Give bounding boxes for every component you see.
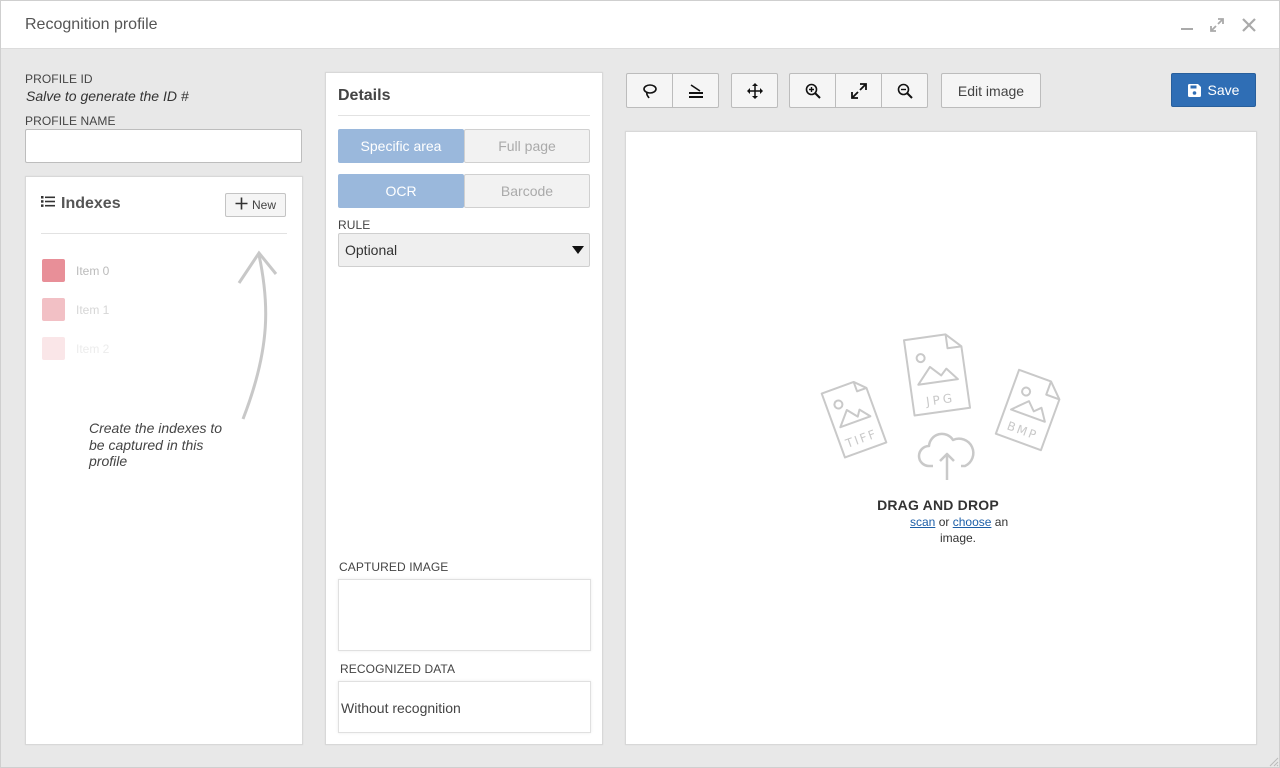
item-label: Item 1: [76, 302, 110, 317]
or-text: or: [938, 515, 950, 529]
list-item: Item 2: [42, 337, 109, 360]
indexes-divider: [41, 233, 287, 234]
jpg-label: JPG: [924, 391, 956, 409]
list-icon: [41, 195, 55, 213]
lasso-button[interactable]: [626, 73, 673, 108]
image-text: image.: [940, 531, 977, 545]
recognition-profile-window: Recognition profile PROFILE ID Salve to …: [0, 0, 1280, 768]
new-index-button[interactable]: New: [225, 193, 286, 217]
details-divider: [338, 115, 590, 116]
rule-select[interactable]: Optional: [338, 233, 590, 267]
zoom-out-icon: [897, 83, 913, 99]
choose-link[interactable]: choose: [953, 515, 992, 529]
move-button[interactable]: [731, 73, 778, 108]
indexes-header: Indexes: [41, 195, 121, 213]
item-color-swatch: [42, 259, 65, 282]
scan-button[interactable]: [672, 73, 719, 108]
recognized-data-value: Without recognition: [341, 700, 461, 716]
captured-image-label: CAPTURED IMAGE: [339, 560, 449, 574]
full-page-toggle[interactable]: Full page: [464, 129, 590, 163]
close-icon[interactable]: [1239, 15, 1259, 35]
rule-select-value: Optional: [345, 242, 398, 258]
list-item: Item 0: [42, 259, 109, 282]
lasso-icon: [642, 83, 657, 98]
move-tool-group: [731, 73, 778, 108]
barcode-toggle[interactable]: Barcode: [464, 174, 590, 208]
an-text: an: [994, 515, 1009, 529]
scan-link[interactable]: scan: [910, 515, 935, 529]
item-color-swatch: [42, 298, 65, 321]
save-button-label: Save: [1207, 82, 1240, 98]
zoom-in-icon: [805, 83, 821, 99]
fit-button[interactable]: [835, 73, 882, 108]
drag-and-drop-title: DRAG AND DROP: [877, 497, 999, 513]
floppy-icon: [1187, 83, 1201, 97]
zoom-tools-group: [789, 73, 928, 108]
new-button-label: New: [251, 198, 276, 212]
ocr-toggle[interactable]: OCR: [338, 174, 464, 208]
drop-instructions: scan or choose an: [910, 515, 1008, 529]
specific-area-toggle[interactable]: Specific area: [338, 129, 464, 163]
recognized-data-box: Without recognition: [338, 681, 591, 733]
indexes-title: Indexes: [61, 195, 121, 212]
arrow-icon: [237, 250, 278, 420]
move-icon: [746, 82, 763, 99]
file-types-illustration: TIFF JPG BMP: [820, 333, 1061, 480]
zoom-out-button[interactable]: [881, 73, 928, 108]
profile-id-value: Salve to generate the ID #: [26, 88, 189, 104]
maximize-icon[interactable]: [1207, 15, 1227, 35]
save-button[interactable]: Save: [1171, 73, 1256, 107]
item-label: Item 2: [76, 341, 110, 356]
profile-id-label: PROFILE ID: [25, 72, 93, 86]
rule-label: RULE: [338, 218, 371, 232]
edit-image-button[interactable]: Edit image: [941, 73, 1041, 108]
caret-down-icon: [572, 246, 584, 254]
profile-name-label: PROFILE NAME: [25, 114, 116, 128]
profile-name-input[interactable]: [25, 129, 302, 163]
window-title: Recognition profile: [25, 16, 158, 33]
selection-tools-group: [626, 73, 719, 108]
fit-icon: [850, 82, 867, 99]
title-bar: Recognition profile: [1, 1, 1279, 49]
details-panel: Details Specific area Full page OCR Barc…: [325, 72, 603, 745]
indexes-hint: Create the indexes to be captured in thi…: [89, 420, 223, 469]
recognized-data-label: RECOGNIZED DATA: [340, 662, 456, 676]
indexes-panel: Indexes New Item 0 Item 1 Item 2 Create …: [25, 176, 303, 745]
list-item: Item 1: [42, 298, 109, 321]
details-title: Details: [338, 87, 391, 104]
plus-icon: [235, 197, 248, 213]
minimize-icon[interactable]: [1177, 15, 1197, 35]
image-drop-area[interactable]: TIFF JPG BMP DRAG AND DROP scan or choos…: [625, 131, 1257, 745]
item-color-swatch: [42, 337, 65, 360]
item-label: Item 0: [76, 263, 110, 278]
scanner-icon: [688, 83, 703, 98]
captured-image-box: [338, 579, 591, 651]
resize-grip-icon[interactable]: [1267, 755, 1279, 767]
zoom-in-button[interactable]: [789, 73, 836, 108]
